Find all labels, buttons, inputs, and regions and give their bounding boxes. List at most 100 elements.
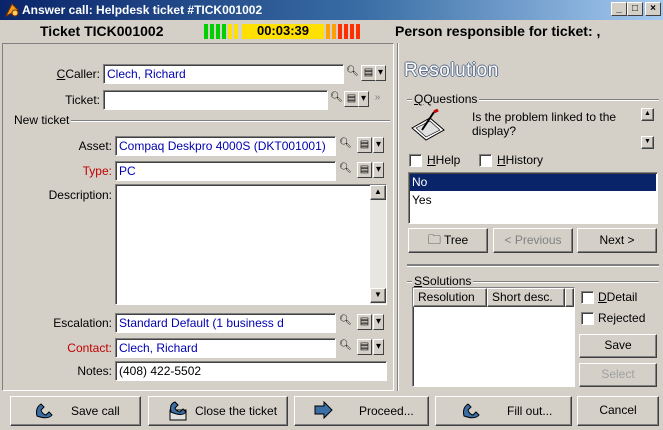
timer-level-bar — [204, 24, 208, 39]
type-field[interactable]: PC — [115, 161, 336, 181]
resolution-title: Resolution — [404, 60, 499, 81]
helpdesk-app-icon — [4, 3, 19, 18]
notes-field[interactable]: (408) 422-5502 — [115, 361, 387, 381]
jump-icon[interactable]: » — [370, 91, 385, 107]
chevron-down-icon[interactable]: ▾ — [373, 314, 384, 330]
solutions-group-label: SSolutions — [412, 274, 474, 288]
maximize-button[interactable]: □ — [627, 2, 643, 16]
panel-splitter[interactable] — [407, 264, 659, 266]
proceed-icon — [314, 400, 333, 420]
question-text: Is the problem linked to the display? — [472, 110, 617, 138]
notes-label: Notes: — [77, 364, 112, 378]
call-timer: 00:03:39 — [204, 23, 360, 40]
fill-out-button[interactable]: Fill out... — [435, 396, 572, 426]
description-textarea[interactable]: ▲ ▼ — [115, 184, 387, 305]
timer-level-bar — [210, 24, 214, 39]
chevron-down-icon[interactable]: ▾ — [373, 339, 384, 355]
timer-level-bar — [332, 24, 336, 39]
question-pencil-icon — [411, 108, 445, 141]
details-icon[interactable]: ▤ — [344, 91, 359, 107]
search-icon[interactable]: 🔍︎ — [338, 137, 353, 153]
answer-no[interactable]: No — [410, 174, 656, 191]
phone-icon — [36, 403, 53, 419]
caller-field[interactable]: Clech, Richard — [103, 64, 344, 84]
timer-level-bar — [234, 24, 238, 39]
question-scroll-down-icon[interactable]: ▼ — [641, 136, 654, 149]
col-filler — [565, 288, 574, 307]
scroll-down-icon[interactable]: ▼ — [370, 288, 386, 303]
proceed-button[interactable]: Proceed... — [294, 396, 429, 426]
help-label: HHelp — [427, 153, 461, 167]
rejected-label: Rejected — [598, 311, 646, 325]
previous-button[interactable]: < Previous — [493, 228, 573, 253]
type-label: Type: — [82, 164, 112, 178]
chevron-down-icon[interactable]: ▾ — [373, 162, 384, 178]
scroll-up-icon[interactable]: ▲ — [370, 185, 386, 200]
details-icon[interactable]: ▤ — [357, 314, 372, 330]
history-checkbox[interactable] — [479, 154, 492, 167]
search-icon[interactable]: 🔍︎ — [329, 91, 344, 107]
help-checkbox[interactable] — [409, 154, 422, 167]
close-ticket-button[interactable]: Close the ticket — [148, 396, 288, 426]
details-icon[interactable]: ▤ — [357, 339, 372, 355]
chevron-down-icon[interactable]: ▾ — [358, 91, 369, 107]
timer-level-bar — [222, 24, 226, 39]
next-button[interactable]: Next > — [577, 228, 657, 253]
phone-fill-icon — [463, 403, 480, 419]
details-icon[interactable]: ▤ — [361, 65, 376, 81]
detail-checkbox[interactable] — [581, 291, 594, 304]
col-short-desc[interactable]: Short desc. — [487, 288, 565, 307]
asset-label: Asset: — [78, 139, 112, 153]
solutions-table[interactable]: Resolution Short desc. — [412, 287, 575, 387]
description-scrollbar[interactable]: ▲ ▼ — [370, 185, 386, 304]
save-solution-button[interactable]: Save — [579, 334, 657, 358]
minimize-button[interactable]: _ — [611, 2, 627, 16]
save-call-button[interactable]: Save call — [10, 396, 141, 426]
escalation-field[interactable]: Standard Default (1 business d — [115, 313, 336, 333]
ticket-field[interactable] — [103, 90, 328, 110]
timer-level-bar — [338, 24, 342, 39]
caller-label: CCaller: — [56, 67, 100, 81]
contact-label: Contact: — [67, 341, 112, 355]
answers-list[interactable]: No Yes — [408, 172, 658, 224]
cancel-button[interactable]: Cancel — [577, 396, 659, 426]
close-button[interactable]: × — [645, 2, 661, 16]
tree-button[interactable]: 🗀 Tree — [408, 228, 488, 253]
timer-level-bar — [356, 24, 360, 39]
timer-level-bar — [326, 24, 330, 39]
tree-icon: 🗀 — [427, 232, 441, 247]
question-scroll-up-icon[interactable]: ▲ — [641, 108, 654, 121]
questions-group-label: QQuestions — [412, 92, 480, 106]
ticket-number: Ticket TICK001002 — [40, 23, 164, 39]
timer-value: 00:03:39 — [256, 23, 310, 38]
rejected-checkbox[interactable] — [581, 312, 594, 325]
timer-level-bar — [216, 24, 220, 39]
history-label: HHistory — [497, 153, 544, 167]
timer-level-bar — [344, 24, 348, 39]
new-ticket-group-label: New ticket — [12, 113, 72, 127]
timer-level-bar — [350, 24, 354, 39]
details-icon[interactable]: ▤ — [357, 137, 372, 153]
responsible-person: Person responsible for ticket: , — [395, 23, 601, 39]
search-icon[interactable]: 🔍︎ — [338, 314, 353, 330]
window-title: Answer call: Helpdesk ticket #TICK001002 — [22, 3, 263, 17]
timer-level-bar — [228, 24, 232, 39]
detail-label: DDetail — [598, 290, 638, 304]
phone-close-icon — [169, 401, 187, 421]
escalation-label: Escalation: — [53, 316, 112, 330]
contact-field[interactable]: Clech, Richard — [115, 338, 336, 358]
details-icon[interactable]: ▤ — [357, 162, 372, 178]
search-icon[interactable]: 🔍︎ — [338, 162, 353, 178]
chevron-down-icon[interactable]: ▾ — [375, 65, 386, 81]
search-icon[interactable]: 🔍︎ — [338, 339, 353, 355]
description-label: Description: — [48, 188, 112, 202]
title-bar[interactable]: Answer call: Helpdesk ticket #TICK001002… — [0, 0, 663, 20]
answer-yes[interactable]: Yes — [410, 192, 656, 209]
select-solution-button[interactable]: Select — [579, 363, 657, 387]
col-resolution[interactable]: Resolution — [413, 288, 487, 307]
ticket-label: Ticket: — [65, 93, 100, 107]
asset-field[interactable]: Compaq Deskpro 4000S (DKT001001) — [115, 136, 336, 156]
panel-divider[interactable] — [397, 43, 399, 391]
chevron-down-icon[interactable]: ▾ — [373, 137, 384, 153]
search-icon[interactable]: 🔍︎ — [345, 65, 360, 81]
